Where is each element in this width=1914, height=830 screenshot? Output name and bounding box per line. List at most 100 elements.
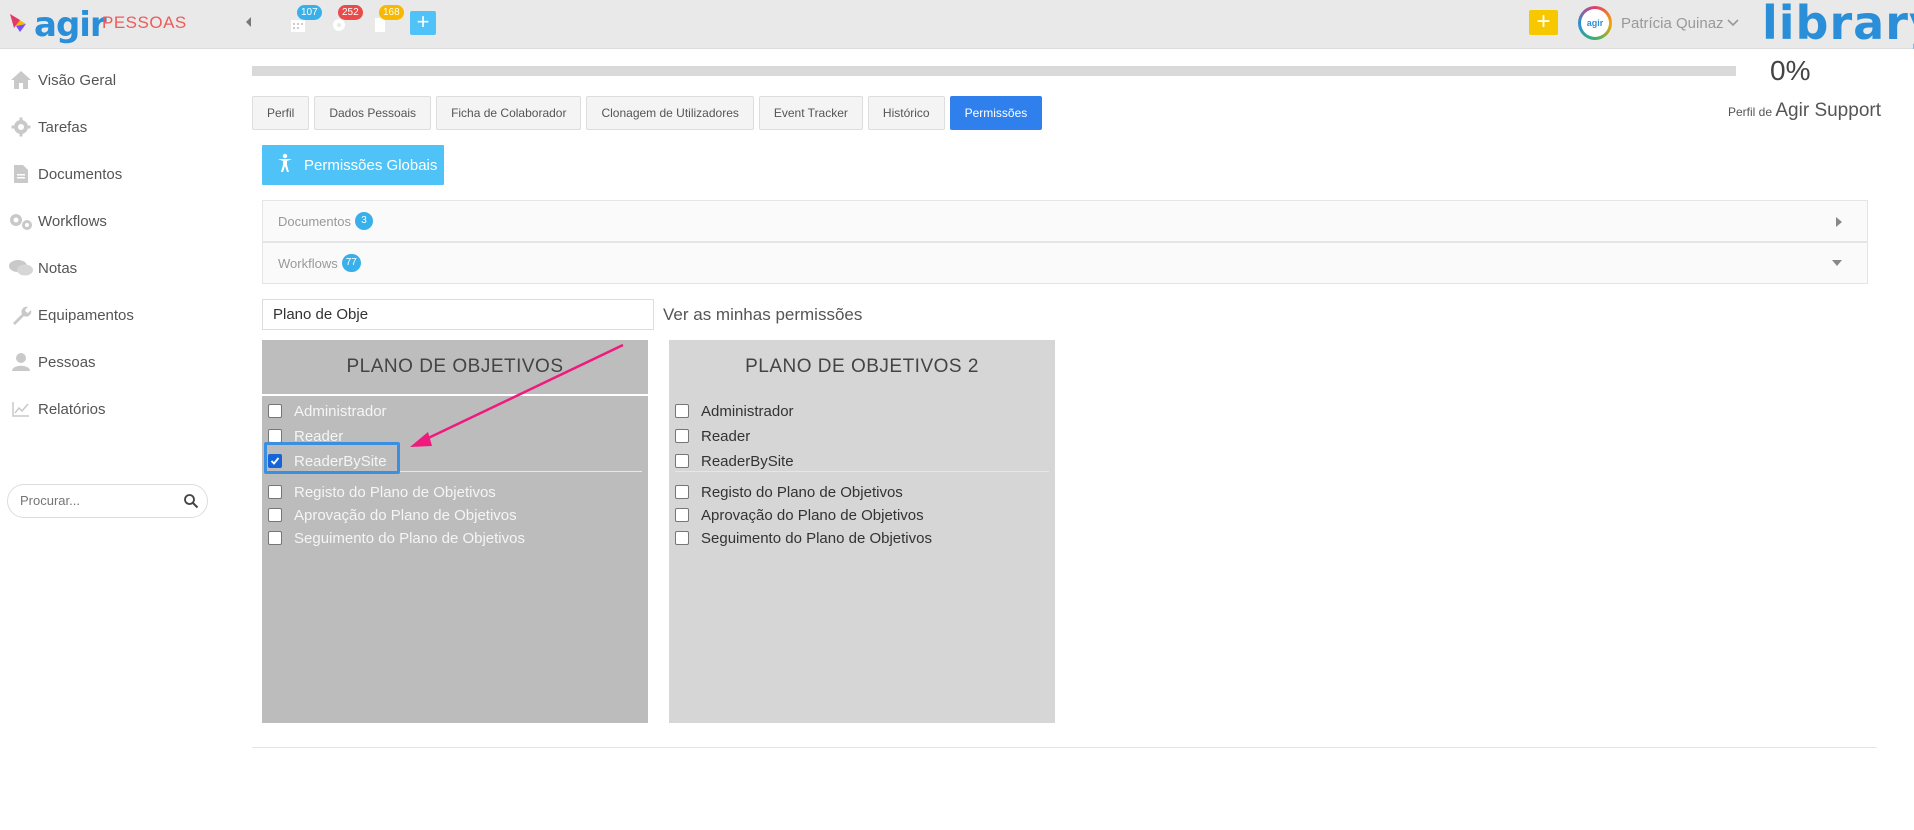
tab-historico[interactable]: Histórico: [867, 96, 945, 130]
global-permissions-label: Permissões Globais: [304, 156, 438, 174]
global-permissions-button[interactable]: Permissões Globais: [262, 145, 444, 185]
checkbox[interactable]: [268, 404, 282, 418]
panel-title: PLANO DE OBJETIVOS 2: [669, 340, 1055, 396]
permission-row[interactable]: Administrador: [268, 400, 387, 422]
permission-row[interactable]: Seguimento do Plano de Objetivos: [268, 527, 525, 549]
panel-title: PLANO DE OBJETIVOS: [262, 340, 648, 396]
sidebar-item-label: Workflows: [38, 212, 107, 230]
permission-row[interactable]: Aprovação do Plano de Objetivos: [268, 504, 517, 526]
gear-icon: [6, 116, 36, 138]
checkbox[interactable]: [675, 454, 689, 468]
sidebar-item-tarefas[interactable]: Tarefas: [0, 111, 220, 143]
app-logo[interactable]: agir: [6, 4, 107, 46]
checkbox[interactable]: [268, 485, 282, 499]
permission-row[interactable]: Aprovação do Plano de Objetivos: [675, 504, 924, 526]
notification-tasks[interactable]: 252: [328, 5, 363, 35]
document-icon: [6, 163, 36, 185]
add-button[interactable]: +: [1529, 10, 1558, 35]
notification-badge: 168: [379, 5, 404, 20]
accordion-count-badge: 3: [354, 212, 373, 230]
checkbox[interactable]: [268, 531, 282, 545]
permission-label: Reader: [701, 427, 751, 445]
permission-panel: PLANO DE OBJETIVOS 2 Administrador Reade…: [669, 340, 1055, 723]
tab-clonagem-utilizadores[interactable]: Clonagem de Utilizadores: [586, 96, 754, 130]
annotation-highlight-box: [264, 442, 400, 474]
permission-label: Seguimento do Plano de Objetivos: [294, 529, 525, 547]
chart-icon: [6, 398, 36, 420]
permission-panel: PLANO DE OBJETIVOS Administrador Reader …: [262, 340, 648, 723]
permission-label: Aprovação do Plano de Objetivos: [294, 506, 517, 524]
tab-permissoes[interactable]: Permissões: [949, 96, 1043, 130]
profile-name: Agir Support: [1775, 100, 1881, 121]
my-permissions-link[interactable]: Ver as minhas permissões: [663, 305, 862, 325]
search-icon[interactable]: [183, 493, 199, 514]
caret-right-icon: [1835, 216, 1843, 231]
permission-label: Seguimento do Plano de Objetivos: [701, 529, 932, 547]
accordion-label: Workflows: [278, 255, 338, 271]
sidebar-search: [7, 484, 208, 518]
checkbox[interactable]: [675, 508, 689, 522]
sidebar-item-label: Documentos: [38, 165, 123, 183]
permission-row[interactable]: Reader: [675, 425, 750, 447]
permission-label: Registo do Plano de Objetivos: [294, 483, 496, 501]
checkbox[interactable]: [675, 429, 689, 443]
notification-calendar[interactable]: 107: [287, 5, 322, 35]
accessibility-icon: [276, 153, 294, 177]
notification-documents[interactable]: 168: [369, 5, 404, 35]
sidebar-item-visao-geral[interactable]: Visão Geral: [0, 64, 220, 96]
accordion-documentos[interactable]: Documentos 3: [262, 200, 1868, 242]
avatar-logo: agir: [1581, 9, 1609, 37]
checkbox[interactable]: [675, 531, 689, 545]
accordion-count-badge: 77: [341, 254, 361, 272]
chat-icon: [6, 257, 36, 279]
progress-percentage: 0%: [1770, 55, 1811, 86]
permission-label: Aprovação do Plano de Objetivos: [701, 506, 924, 524]
checkbox[interactable]: [268, 429, 282, 443]
sidebar-search-input[interactable]: [20, 493, 180, 508]
logo-text: agir: [34, 5, 107, 45]
permission-row[interactable]: ReaderBySite: [675, 450, 794, 472]
sidebar-item-notas[interactable]: Notas: [0, 252, 220, 284]
sidebar-item-relatorios[interactable]: Relatórios: [0, 393, 220, 425]
permission-row[interactable]: Seguimento do Plano de Objetivos: [675, 527, 932, 549]
collapse-sidebar-icon[interactable]: [243, 15, 257, 31]
sidebar-item-label: Pessoas: [38, 353, 96, 371]
accordion-label: Documentos: [278, 213, 351, 229]
sidebar-item-pessoas[interactable]: Pessoas: [0, 346, 220, 378]
divider: [675, 471, 1049, 472]
notification-badge: 107: [297, 5, 322, 20]
top-bar: agir PESSOAS 107 252 168 + + agir Patríc…: [0, 0, 1914, 50]
permission-row[interactable]: Registo do Plano de Objetivos: [268, 481, 496, 503]
profile-owner: Perfil de Agir Support: [1728, 100, 1881, 122]
permission-row[interactable]: Administrador: [675, 400, 794, 422]
sidebar-item-label: Equipamentos: [38, 306, 134, 324]
quick-add-button[interactable]: +: [410, 11, 436, 35]
sidebar-item-equipamentos[interactable]: Equipamentos: [0, 299, 220, 331]
checkbox[interactable]: [675, 485, 689, 499]
tab-ficha-colaborador[interactable]: Ficha de Colaborador: [436, 96, 582, 130]
checkbox[interactable]: [675, 404, 689, 418]
module-name: PESSOAS: [102, 13, 187, 32]
sidebar-item-documentos[interactable]: Documentos: [0, 158, 220, 190]
divider: [252, 747, 1877, 748]
logo-bird-icon: [6, 8, 40, 42]
sidebar-item-workflows[interactable]: Workflows: [0, 205, 220, 237]
workflow-filter-input[interactable]: [262, 299, 654, 330]
sidebar-item-label: Visão Geral: [38, 71, 117, 89]
tab-event-tracker[interactable]: Event Tracker: [758, 96, 863, 130]
avatar[interactable]: agir: [1578, 6, 1612, 40]
gears-icon: [6, 210, 36, 232]
profile-prefix: Perfil de: [1728, 105, 1773, 119]
user-name[interactable]: Patrícia Quinaz: [1621, 15, 1724, 32]
sidebar-item-label: Notas: [38, 259, 78, 277]
permission-label: Registo do Plano de Objetivos: [701, 483, 903, 501]
accordion-workflows[interactable]: Workflows 77: [262, 242, 1868, 284]
user-icon: [6, 351, 36, 373]
chevron-down-icon[interactable]: [1727, 16, 1739, 31]
sidebar-item-label: Relatórios: [38, 400, 106, 418]
checkbox[interactable]: [268, 508, 282, 522]
tab-dados-pessoais[interactable]: Dados Pessoais: [314, 96, 432, 130]
tab-perfil[interactable]: Perfil: [252, 96, 310, 130]
permission-row[interactable]: Registo do Plano de Objetivos: [675, 481, 903, 503]
caret-down-icon: [1831, 258, 1843, 270]
